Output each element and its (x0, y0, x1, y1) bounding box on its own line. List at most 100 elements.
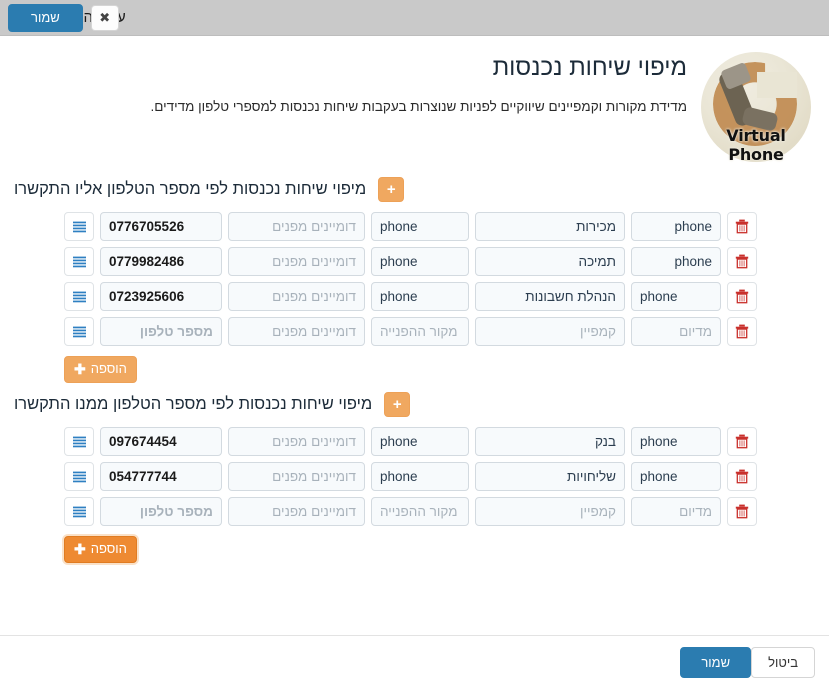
trash-icon[interactable] (727, 247, 757, 276)
phone-number-input-cell (100, 212, 222, 241)
referral-source-input[interactable] (371, 247, 469, 276)
page-description: מדידת מקורות וקמפיינים שיווקיים לפניות ש… (150, 98, 687, 114)
referring-domains-input[interactable] (228, 497, 365, 526)
referral-source-input-cell (371, 282, 469, 311)
referral-source-input[interactable] (371, 427, 469, 456)
campaign-input-cell (475, 247, 625, 276)
referral-source-input-cell (371, 427, 469, 456)
campaign-input[interactable] (475, 247, 625, 276)
trash-icon[interactable] (727, 462, 757, 491)
campaign-input[interactable] (475, 317, 625, 346)
trash-icon[interactable] (727, 282, 757, 311)
medium-input[interactable] (631, 247, 721, 276)
referring-domains-input[interactable] (228, 462, 365, 491)
referral-source-input-cell (371, 462, 469, 491)
hamburger-icon[interactable] (64, 212, 94, 241)
trash-icon[interactable] (727, 427, 757, 456)
add-row-button[interactable]: ✚ הוספה (64, 536, 137, 563)
save-button[interactable]: שמור (680, 646, 752, 678)
titlebar-save-button[interactable]: שמור (8, 4, 83, 32)
hamburger-icon[interactable] (64, 282, 94, 311)
mapping-row-list (14, 427, 815, 526)
phone-number-input-cell (100, 282, 222, 311)
plus-icon[interactable]: + (378, 176, 405, 202)
plus-icon[interactable]: + (384, 391, 411, 417)
hamburger-icon[interactable] (64, 317, 94, 346)
table-row (14, 427, 815, 456)
trash-icon[interactable] (727, 212, 757, 241)
medium-input-cell (631, 317, 721, 346)
campaign-input[interactable] (475, 497, 625, 526)
medium-input[interactable] (631, 497, 721, 526)
table-row (14, 462, 815, 491)
campaign-input[interactable] (475, 212, 625, 241)
referral-source-input-cell (371, 317, 469, 346)
campaign-input[interactable] (475, 427, 625, 456)
logo-c-gap (757, 72, 797, 98)
page-header-text: מיפוי שיחות נכנסות מדידת מקורות וקמפייני… (14, 48, 687, 116)
referring-domains-input[interactable] (228, 427, 365, 456)
referring-domains-input-cell (228, 212, 365, 241)
mapping-section: מיפוי שיחות נכנסות לפי מספר הטלפון ממנו … (14, 387, 815, 563)
phone-number-input[interactable] (100, 282, 222, 311)
referring-domains-input-cell (228, 247, 365, 276)
dialog-window: ערוך הגדרות חיבור שמור ✖ Virtual Phone מ… (0, 0, 829, 688)
medium-input[interactable] (631, 317, 721, 346)
phone-number-input[interactable] (100, 497, 222, 526)
medium-input-cell (631, 247, 721, 276)
medium-input[interactable] (631, 282, 721, 311)
table-row (14, 247, 815, 276)
medium-input[interactable] (631, 212, 721, 241)
referring-domains-input[interactable] (228, 282, 365, 311)
mapping-sections: מיפוי שיחות נכנסות לפי מספר הטלפון אליו … (14, 172, 815, 563)
campaign-input-cell (475, 497, 625, 526)
phone-number-input[interactable] (100, 247, 222, 276)
section-header: מיפוי שיחות נכנסות לפי מספר הטלפון אליו … (14, 172, 815, 206)
referral-source-input[interactable] (371, 317, 469, 346)
phone-number-input[interactable] (100, 212, 222, 241)
logo-wordmark: Virtual Phone (726, 126, 786, 164)
add-row-label: הוספה (90, 361, 127, 376)
referring-domains-input[interactable] (228, 247, 365, 276)
phone-number-input[interactable] (100, 427, 222, 456)
referral-source-input[interactable] (371, 212, 469, 241)
referring-domains-input-cell (228, 282, 365, 311)
dialog-footer: ביטול שמור (0, 635, 829, 688)
referral-source-input-cell (371, 212, 469, 241)
section-actions: ✚ הוספה (14, 532, 815, 563)
titlebar-actions: שמור ✖ (8, 0, 119, 36)
hamburger-icon[interactable] (64, 497, 94, 526)
phone-number-input[interactable] (100, 317, 222, 346)
referral-source-input[interactable] (371, 497, 469, 526)
table-row (14, 212, 815, 241)
add-row-button[interactable]: ✚ הוספה (64, 356, 137, 383)
medium-input-cell (631, 427, 721, 456)
cancel-button[interactable]: ביטול (751, 646, 815, 678)
campaign-input-cell (475, 462, 625, 491)
section-header: מיפוי שיחות נכנסות לפי מספר הטלפון ממנו … (14, 387, 815, 421)
mapping-row-list (14, 212, 815, 346)
referring-domains-input[interactable] (228, 317, 365, 346)
campaign-input-cell (475, 212, 625, 241)
campaign-input[interactable] (475, 462, 625, 491)
referral-source-input[interactable] (371, 462, 469, 491)
medium-input[interactable] (631, 427, 721, 456)
phone-number-input-cell (100, 427, 222, 456)
referring-domains-input[interactable] (228, 212, 365, 241)
referring-domains-input-cell (228, 462, 365, 491)
referring-domains-input-cell (228, 427, 365, 456)
trash-icon[interactable] (727, 317, 757, 346)
hamburger-icon[interactable] (64, 427, 94, 456)
hamburger-icon[interactable] (64, 462, 94, 491)
close-icon[interactable]: ✖ (90, 5, 119, 31)
plus-icon: ✚ (74, 361, 86, 377)
phone-number-input[interactable] (100, 462, 222, 491)
table-row (14, 317, 815, 346)
page-header: Virtual Phone מיפוי שיחות נכנסות מדידת מ… (14, 36, 815, 168)
referral-source-input-cell (371, 497, 469, 526)
medium-input[interactable] (631, 462, 721, 491)
campaign-input[interactable] (475, 282, 625, 311)
hamburger-icon[interactable] (64, 247, 94, 276)
referral-source-input[interactable] (371, 282, 469, 311)
trash-icon[interactable] (727, 497, 757, 526)
